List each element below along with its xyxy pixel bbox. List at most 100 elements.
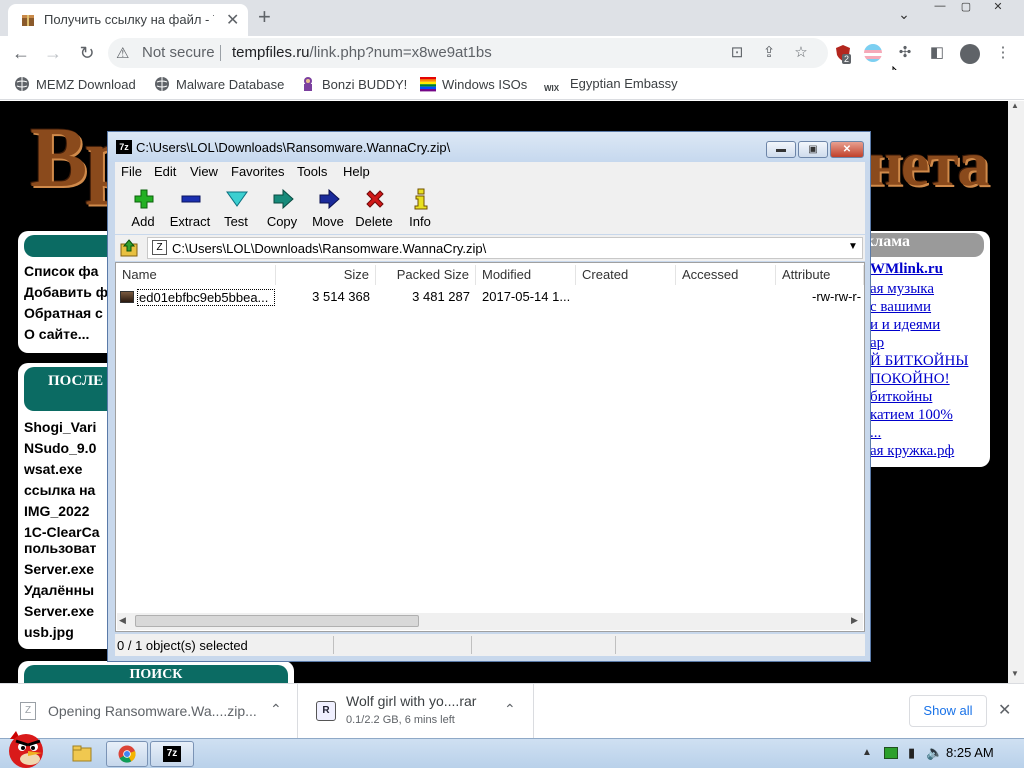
copy-label: Copy xyxy=(266,214,298,229)
active-tab[interactable]: Получить ссылку на файл - Т ✕ xyxy=(8,4,248,36)
extensions-puzzle-icon[interactable]: ✣ xyxy=(896,44,914,62)
menu-tools[interactable]: Tools xyxy=(297,164,327,179)
extract-button[interactable]: Extract xyxy=(166,184,214,232)
taskbar-7zip[interactable]: 7z xyxy=(150,741,194,767)
column-size[interactable]: Size xyxy=(276,265,376,285)
extension-shield-icon[interactable]: 2 xyxy=(834,44,852,64)
ad-link[interactable]: биткойны xyxy=(870,389,932,406)
delete-label: Delete xyxy=(355,214,393,229)
chevron-up-icon[interactable]: ⌃ xyxy=(270,701,282,718)
scrollbar-thumb[interactable] xyxy=(135,615,419,627)
back-arrow-icon[interactable]: ← xyxy=(10,42,32,64)
scroll-left-icon[interactable]: ◀ xyxy=(119,615,126,626)
move-icon xyxy=(319,188,340,210)
show-all-button[interactable]: Show all xyxy=(909,695,987,727)
column-packed-size[interactable]: Packed Size xyxy=(376,265,476,285)
menu-edit[interactable]: Edit xyxy=(154,164,176,179)
dropdown-arrow-icon[interactable]: ▼ xyxy=(848,241,858,252)
translate-icon[interactable]: ⊡ xyxy=(728,44,746,62)
ad-link[interactable]: и и идеями xyxy=(870,317,940,334)
ad-link[interactable]: ар xyxy=(870,335,884,352)
info-icon xyxy=(414,188,428,210)
delete-button[interactable]: Delete xyxy=(350,184,398,232)
tab-close-icon[interactable]: ✕ xyxy=(226,10,239,30)
archive-favicon-icon xyxy=(22,15,34,26)
column-accessed[interactable]: Accessed xyxy=(676,265,776,285)
url-text[interactable]: tempfiles.ru/link.php?num=x8we9at1bs xyxy=(232,44,492,61)
bookmark-malware-database[interactable]: Malware Database xyxy=(154,76,284,94)
share-icon[interactable]: ⇪ xyxy=(760,44,778,62)
maximize-button[interactable]: ▢ xyxy=(954,0,978,16)
clock[interactable]: 8:25 AM xyxy=(946,745,994,760)
ad-link[interactable]: ая музыка xyxy=(870,281,934,298)
info-button[interactable]: Info xyxy=(396,184,444,232)
column-created[interactable]: Created xyxy=(576,265,676,285)
extension-flag-icon[interactable] xyxy=(864,44,882,62)
angry-birds-start-icon[interactable] xyxy=(2,729,50,769)
scroll-up-icon[interactable]: ▲ xyxy=(1011,101,1019,110)
menu-help[interactable]: Help xyxy=(343,164,370,179)
7zip-maximize-button[interactable]: ▣ xyxy=(798,141,828,158)
bookmark-memz[interactable]: MEMZ Download xyxy=(14,76,136,94)
bookmark-bonzi-buddy[interactable]: Bonzi BUDDY! xyxy=(300,76,407,94)
scroll-down-icon[interactable]: ▼ xyxy=(1011,669,1019,678)
forward-arrow-icon[interactable]: → xyxy=(42,42,64,64)
taskbar-chrome[interactable] xyxy=(106,741,148,767)
chevron-up-icon[interactable]: ⌃ xyxy=(504,701,516,718)
network-icon[interactable]: ▮ xyxy=(908,745,915,761)
ad-link[interactable]: ... xyxy=(870,425,881,442)
menu-view[interactable]: View xyxy=(190,164,218,179)
bookmark-label: Egyptian Embassy xyxy=(570,76,678,91)
tab-search-chevron-icon[interactable]: ⌄ xyxy=(892,6,916,22)
column-modified[interactable]: Modified xyxy=(476,265,576,285)
ad-link[interactable]: ПОКОЙНО! xyxy=(870,371,950,388)
download-item[interactable]: R Wolf girl with yo....rar 0.1/2.2 GB, 6… xyxy=(298,684,534,739)
bookmark-windows-isos[interactable]: Windows ISOs xyxy=(420,76,527,94)
menu-file[interactable]: File xyxy=(121,164,142,179)
add-button[interactable]: Add xyxy=(119,184,167,232)
reload-icon[interactable]: ↻ xyxy=(76,42,98,64)
menu-favorites[interactable]: Favorites xyxy=(231,164,284,179)
move-button[interactable]: Move xyxy=(304,184,352,232)
zip-file-icon: Z xyxy=(152,240,167,255)
bookmark-egyptian-embassy[interactable]: WIX Egyptian Embassy xyxy=(544,76,678,94)
new-tab-button[interactable]: + xyxy=(258,4,271,30)
ad-link[interactable]: катием 100% xyxy=(870,407,953,424)
ad-link[interactable]: Й БИТКОЙНЫ xyxy=(870,353,968,370)
path-combobox[interactable]: Z C:\Users\LOL\Downloads\Ransomware.Wann… xyxy=(147,237,863,259)
ad-link[interactable]: с вашими xyxy=(870,299,931,316)
close-window-button[interactable]: ✕ xyxy=(986,0,1010,16)
test-button[interactable]: Test xyxy=(212,184,260,232)
ad-link[interactable]: WMlink.ru xyxy=(870,261,943,278)
taskbar: 7z ▲ ▮ 🔈 8:25 AM xyxy=(0,731,1024,768)
menu-kebab-icon[interactable]: ⋮ xyxy=(994,44,1012,62)
7zip-close-button[interactable]: ✕ xyxy=(830,141,864,158)
volume-icon[interactable]: 🔈 xyxy=(926,744,943,761)
horizontal-scrollbar[interactable]: ◀ ▶ xyxy=(117,613,863,630)
side-panel-icon[interactable]: ◧ xyxy=(928,44,946,62)
chrome-icon xyxy=(118,745,136,763)
profile-avatar-icon[interactable] xyxy=(960,44,980,64)
battery-icon[interactable] xyxy=(884,747,898,759)
bookmark-label: Windows ISOs xyxy=(442,77,528,92)
taskbar-explorer[interactable] xyxy=(62,741,104,767)
copy-button[interactable]: Copy xyxy=(258,184,306,232)
tray-overflow-icon[interactable]: ▲ xyxy=(862,747,872,758)
column-attributes[interactable]: Attribute xyxy=(776,265,864,285)
warning-icon[interactable]: ⚠ xyxy=(116,44,129,62)
folder-up-icon[interactable] xyxy=(119,238,141,258)
search-panel: ПОИСК xyxy=(18,661,294,683)
minimize-button[interactable]: — xyxy=(928,0,952,16)
page-scrollbar[interactable]: ▲ ▼ xyxy=(1008,101,1024,683)
7zip-titlebar[interactable]: 7z C:\Users\LOL\Downloads\Ransomware.Wan… xyxy=(108,132,870,162)
address-bar[interactable]: ⚠ Not secure tempfiles.ru/link.php?num=x… xyxy=(108,38,828,68)
security-label[interactable]: Not secure xyxy=(142,44,215,61)
column-name[interactable]: Name xyxy=(116,265,276,285)
ad-link[interactable]: ая кружка.рф xyxy=(870,443,954,460)
scroll-right-icon[interactable]: ▶ xyxy=(851,615,858,626)
7zip-address-row: Z C:\Users\LOL\Downloads\Ransomware.Wann… xyxy=(115,235,865,261)
bookmark-star-icon[interactable]: ☆ xyxy=(792,44,810,62)
close-downloads-icon[interactable]: ✕ xyxy=(998,700,1011,720)
7zip-minimize-button[interactable]: ▬ xyxy=(766,141,796,158)
search-header: ПОИСК xyxy=(24,665,288,683)
